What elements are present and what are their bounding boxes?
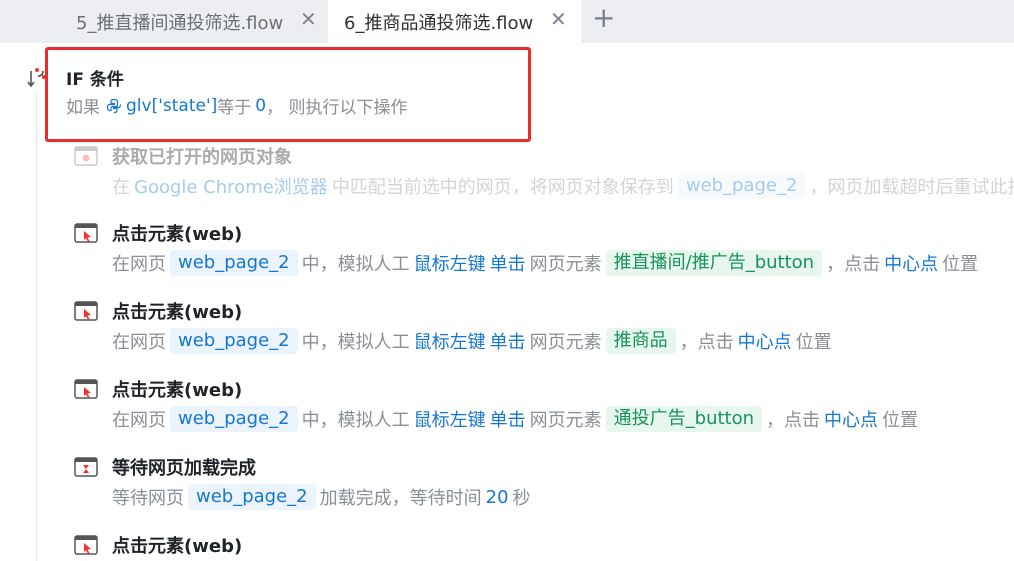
mouse-button: 鼠标左键 (413, 332, 486, 353)
click-action: 单击 (489, 254, 526, 275)
click-position: 中心点 (884, 254, 939, 275)
wait-seconds: 20 (485, 486, 509, 508)
step-desc: 在网页 web_page_2 中，模拟人工 鼠标左键 单击 网页元素 推直播间/… (112, 250, 979, 276)
python-icon (106, 98, 122, 113)
add-tab-icon[interactable]: + (592, 4, 615, 32)
step-title: 获取已打开的网页对象 (112, 147, 292, 168)
step-title: 点击元素(web) (112, 380, 243, 401)
web-click-icon (74, 223, 98, 243)
tab-label: 6_推商品通投筛选.flow (344, 13, 534, 34)
element-chip: 通投广告_button (605, 406, 763, 432)
element-chip: 推商品 (605, 328, 676, 354)
tree-connector (36, 93, 37, 561)
browser-name: Google Chrome浏览器 (134, 177, 328, 198)
step-desc: 在 Google Chrome浏览器 中匹配当前选中的网页，将网页对象保存到 w… (112, 173, 1014, 199)
web-click-icon (74, 379, 98, 399)
flow-canvas: IF 条件 如果 glv['state'] 等于 0 ， 则执行以下操作 获取已… (0, 43, 1014, 561)
tab-flow-6[interactable]: 6_推商品通投筛选.flow ✕ (328, 0, 581, 43)
variable-chip: web_page_2 (188, 484, 316, 510)
web-click-icon (74, 535, 98, 555)
tab-label: 5_推直播间通投筛选.flow (76, 13, 284, 34)
variable-chip: web_page_2 (170, 328, 298, 354)
click-position: 中心点 (824, 410, 879, 431)
web-click-icon (74, 301, 98, 321)
step-desc: 在网页 web_page_2 中，模拟人工 鼠标左键 单击 网页元素 通投广告_… (112, 406, 919, 432)
if-condition-title[interactable]: IF 条件 (66, 65, 124, 90)
variable-chip: web_page_2 (170, 250, 298, 276)
desc-text: 如果 (66, 98, 100, 118)
step-desc: 在网页 web_page_2 中，模拟人工 鼠标左键 单击 网页元素 推商品 ，… (112, 328, 832, 354)
desc-text: ， 则执行以下操作 (266, 98, 408, 118)
step-desc: 等待网页 web_page_2 加载完成，等待时间 20 秒 (112, 484, 531, 510)
step-title: 点击元素(web) (112, 302, 243, 323)
step-title: 等待网页加载完成 (112, 458, 256, 479)
mouse-button: 鼠标左键 (413, 410, 486, 431)
click-action: 单击 (489, 410, 526, 431)
browser-get-icon (74, 146, 98, 166)
tab-flow-5[interactable]: 5_推直播间通投筛选.flow ✕ (60, 0, 326, 40)
condition-variable: glv['state'] (126, 95, 218, 116)
tab-bar: 5_推直播间通投筛选.flow ✕ 6_推商品通投筛选.flow ✕ + (0, 0, 1014, 43)
step-title: 点击元素(web) (112, 536, 243, 557)
web-wait-icon (74, 457, 98, 477)
condition-value: 0 (255, 95, 267, 116)
click-position: 中心点 (737, 332, 792, 353)
close-icon[interactable]: ✕ (550, 9, 567, 29)
mouse-button: 鼠标左键 (413, 254, 486, 275)
click-action: 单击 (489, 332, 526, 353)
step-title: 点击元素(web) (112, 224, 243, 245)
variable-chip: web_page_2 (677, 173, 806, 199)
close-icon[interactable]: ✕ (300, 9, 317, 29)
condition-operator: 等于 (217, 98, 252, 118)
if-condition-desc[interactable]: 如果 glv['state'] 等于 0 ， 则执行以下操作 (66, 93, 408, 119)
element-chip: 推直播间/推广告_button (605, 250, 823, 276)
variable-chip: web_page_2 (170, 406, 298, 432)
